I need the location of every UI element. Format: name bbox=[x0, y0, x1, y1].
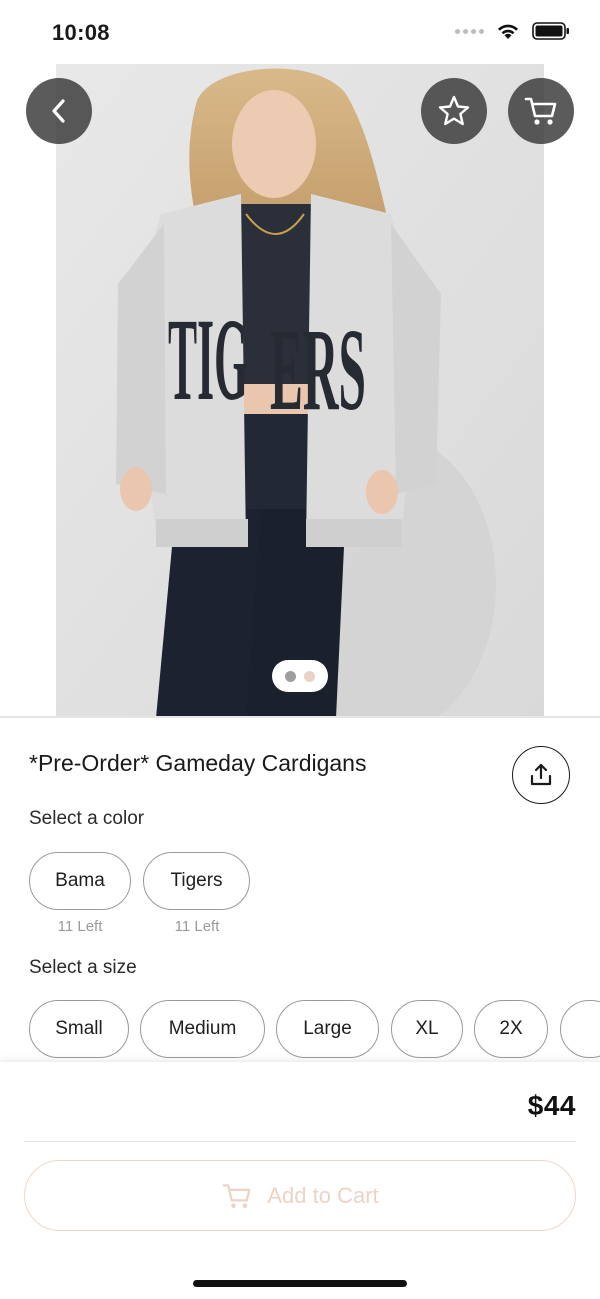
product-photo: TIG ERS bbox=[56, 64, 544, 718]
product-image-carousel[interactable]: TIG ERS bbox=[0, 64, 600, 718]
color-section-label: Select a color bbox=[29, 808, 145, 829]
cart-icon bbox=[524, 97, 557, 125]
status-bar: 10:08 bbox=[0, 0, 600, 64]
size-option-large[interactable]: Large bbox=[276, 1000, 379, 1058]
cart-icon bbox=[222, 1183, 251, 1208]
color-option-label: Tigers bbox=[170, 870, 223, 891]
signal-dots-icon bbox=[455, 28, 484, 34]
share-icon bbox=[530, 763, 552, 786]
svg-text:TIG: TIG bbox=[168, 294, 248, 425]
color-stock-bama: 11 Left bbox=[57, 918, 103, 935]
product-title: *Pre-Order* Gameday Cardigans bbox=[29, 750, 367, 776]
footer-divider bbox=[24, 1141, 576, 1142]
carousel-pager[interactable] bbox=[272, 660, 328, 692]
size-option-2x[interactable]: 2X bbox=[474, 1000, 548, 1058]
size-option-label: Large bbox=[303, 1018, 352, 1039]
color-option-label: Bama bbox=[55, 870, 105, 891]
size-option-xl[interactable]: XL bbox=[391, 1000, 463, 1058]
back-button[interactable] bbox=[26, 78, 92, 144]
wifi-icon bbox=[498, 24, 518, 39]
status-icons bbox=[455, 22, 570, 40]
size-option-label: Small bbox=[55, 1018, 103, 1039]
add-to-cart-button[interactable]: Add to Cart bbox=[24, 1160, 576, 1231]
checkout-footer: $44 Add to Cart bbox=[0, 1062, 600, 1299]
hero-divider bbox=[0, 716, 600, 718]
size-option-label: XL bbox=[415, 1018, 439, 1039]
size-option-small[interactable]: Small bbox=[29, 1000, 129, 1058]
chevron-left-icon bbox=[52, 99, 65, 123]
home-indicator[interactable] bbox=[193, 1280, 407, 1287]
pager-dot-active[interactable] bbox=[285, 670, 296, 682]
star-icon bbox=[438, 95, 470, 126]
add-to-cart-label: Add to Cart bbox=[267, 1182, 379, 1208]
size-option-label: 2X bbox=[499, 1018, 523, 1039]
color-option-tigers[interactable]: Tigers bbox=[143, 852, 250, 910]
pager-dot[interactable] bbox=[304, 670, 315, 682]
size-option-more[interactable] bbox=[560, 1000, 600, 1058]
svg-text:ERS: ERS bbox=[270, 304, 366, 435]
product-price: $44 bbox=[527, 1090, 576, 1121]
color-option-bama[interactable]: Bama bbox=[29, 852, 131, 910]
size-option-label: Medium bbox=[168, 1018, 237, 1039]
color-stock-tigers: 11 Left bbox=[174, 918, 220, 935]
status-time: 10:08 bbox=[52, 20, 110, 45]
size-option-medium[interactable]: Medium bbox=[140, 1000, 265, 1058]
favorite-button[interactable] bbox=[421, 78, 487, 144]
cart-button[interactable] bbox=[508, 78, 574, 144]
share-button[interactable] bbox=[512, 746, 570, 804]
battery-icon bbox=[532, 22, 569, 40]
size-section-label: Select a size bbox=[29, 957, 137, 978]
